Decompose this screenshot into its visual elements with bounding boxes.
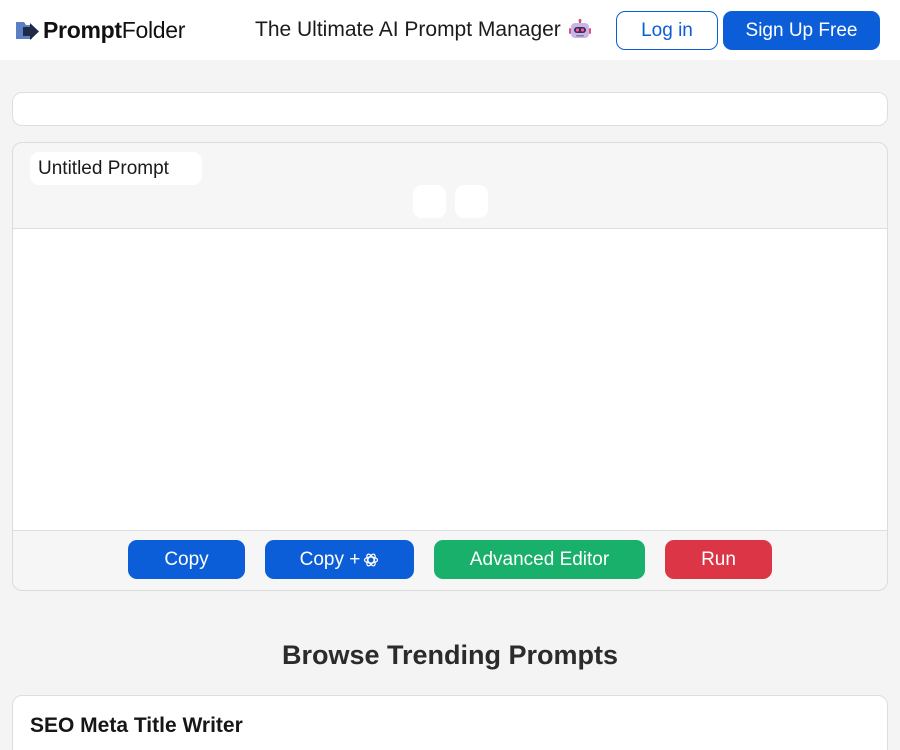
editor-action-bar: Copy Copy + Advanced Editor Run	[13, 531, 887, 590]
prompt-title-input[interactable]	[30, 152, 202, 185]
run-button[interactable]: Run	[665, 540, 772, 579]
tagline-text: The Ultimate AI Prompt Manager	[255, 18, 561, 41]
login-button[interactable]: Log in	[616, 11, 718, 50]
logo[interactable]: PromptFolder	[14, 16, 185, 44]
prompt-textarea[interactable]	[13, 228, 887, 531]
folder-arrow-icon	[16, 22, 39, 40]
editor-tool-button[interactable]	[413, 185, 446, 218]
copy-button[interactable]: Copy	[128, 540, 245, 579]
logo-text-bold: Prompt	[43, 17, 122, 43]
signup-button[interactable]: Sign Up Free	[723, 11, 880, 50]
openai-icon	[364, 553, 379, 566]
robot-icon	[568, 19, 591, 38]
trending-heading: Browse Trending Prompts	[281, 640, 619, 670]
editor-tool-button[interactable]	[455, 185, 488, 218]
copy-to-chatgpt-button[interactable]: Copy +	[265, 540, 414, 579]
site-header: PromptFolder The Ultimate AI Prompt Mana…	[0, 0, 900, 60]
advanced-editor-button[interactable]: Advanced Editor	[434, 540, 645, 579]
trending-prompt-title[interactable]: SEO Meta Title Writer	[30, 712, 243, 740]
prompt-editor-card: Copy Copy + Advanced Editor Run	[12, 142, 888, 591]
logo-text: PromptFolder	[43, 16, 185, 44]
logo-text-regular: Folder	[121, 17, 186, 43]
trending-prompt-card[interactable]: SEO Meta Title Writer	[12, 695, 888, 750]
search-bar[interactable]	[12, 92, 888, 126]
copy-to-chatgpt-label: Copy +	[299, 548, 361, 570]
tagline: The Ultimate AI Prompt Manager	[255, 16, 591, 44]
